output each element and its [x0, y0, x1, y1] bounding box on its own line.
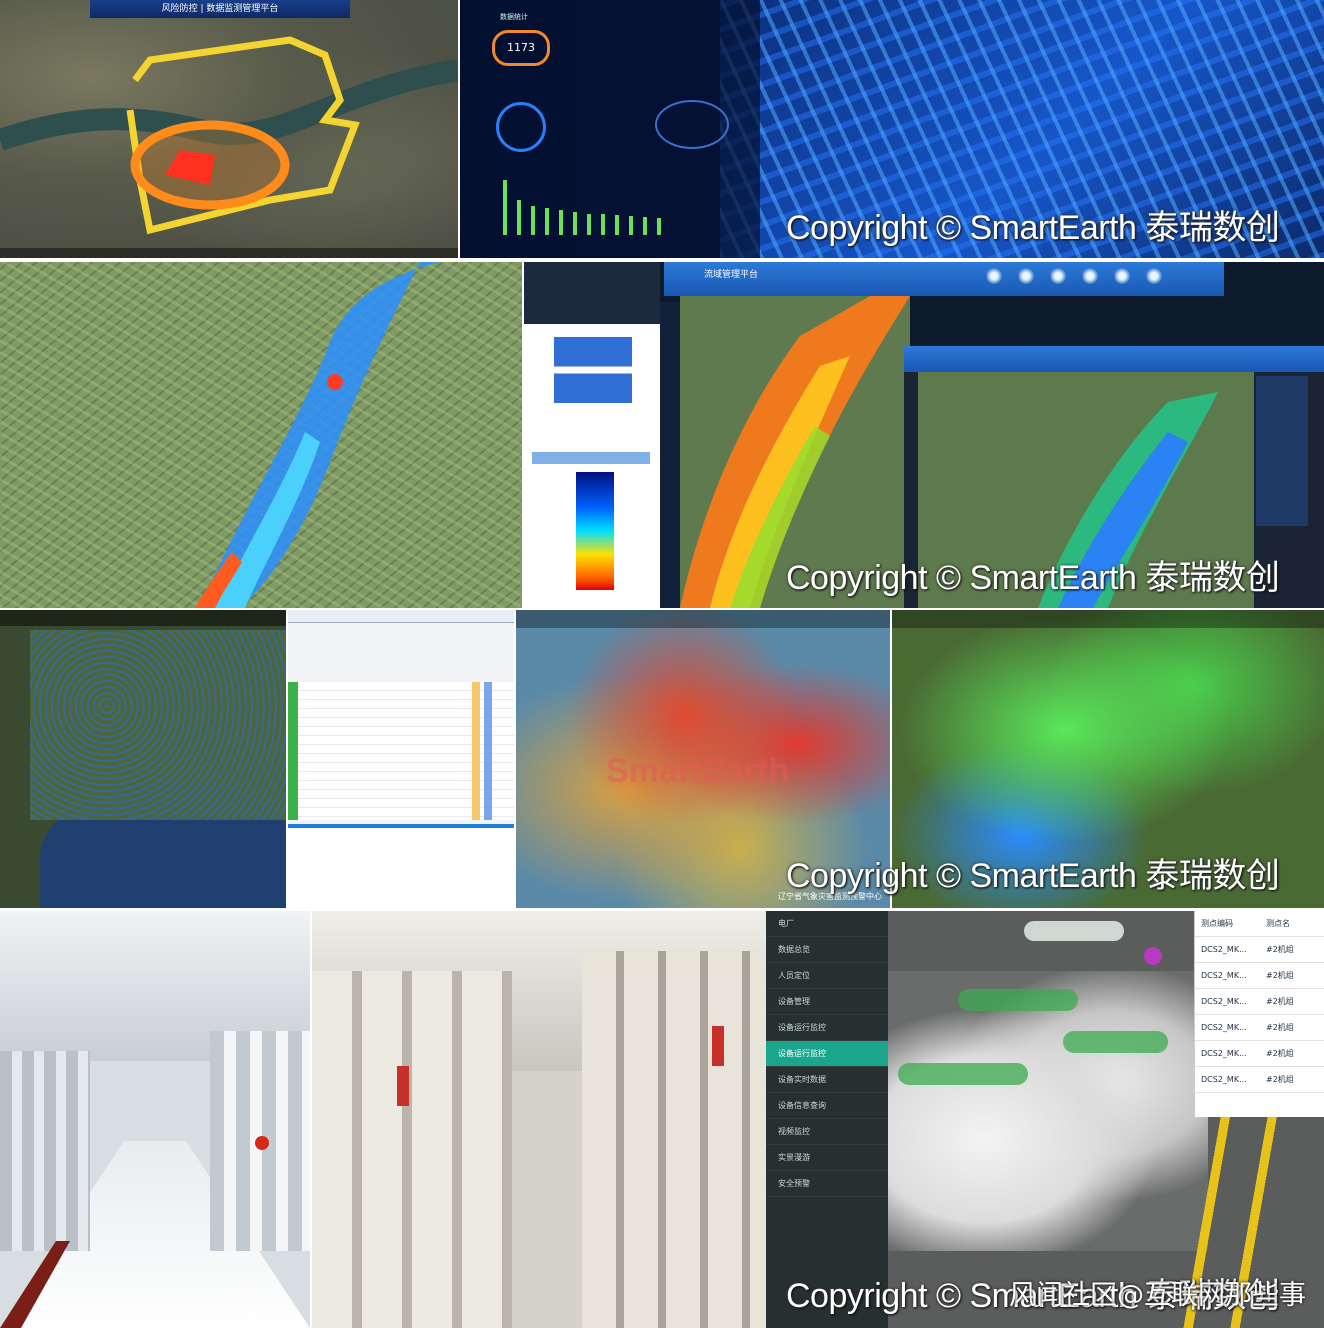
- toolbar-icon-5[interactable]: [1114, 268, 1130, 284]
- counter-ring: 1173: [492, 30, 550, 66]
- bar-chart-box: [554, 337, 632, 403]
- toolbar-icon-6[interactable]: [1146, 268, 1162, 284]
- red-valve: [255, 1136, 269, 1150]
- blue-column: [484, 682, 492, 820]
- nested-side-list[interactable]: [1256, 376, 1308, 526]
- menu-item-monitoring-active[interactable]: 设备运行监控: [766, 1041, 888, 1067]
- table-row[interactable]: DCS2_MK... #2机组: [1195, 1067, 1324, 1093]
- legend-side-panel: [524, 262, 660, 608]
- legend-header: [524, 262, 660, 324]
- legend-title-bar: [532, 452, 650, 464]
- header-subtitle: 数据监测管理平台: [206, 4, 279, 14]
- app-header-bar: 流域管理平台: [664, 262, 1224, 296]
- toolbar-icon-4[interactable]: [1082, 268, 1098, 284]
- right-tanks: [582, 951, 766, 1328]
- table-row[interactable]: DCS2_MK... #2机组: [1195, 937, 1324, 963]
- col-name: 测点名: [1266, 919, 1290, 928]
- red-sign-right: [712, 1026, 724, 1066]
- red-sign-left: [397, 1066, 409, 1106]
- menu-item-personnel[interactable]: 人员定位: [766, 963, 888, 989]
- header-bar: 风险防控 | 数据监测管理平台: [90, 0, 350, 18]
- col-code: 测点编码: [1201, 919, 1233, 928]
- copyright-row1: Copyright © SmartEarth 泰瑞数创: [786, 209, 1280, 247]
- panel-plant-photo: [312, 911, 766, 1328]
- menu-item-tour[interactable]: 实景漫游: [766, 1145, 888, 1171]
- sensor-badge-1[interactable]: [958, 989, 1078, 1011]
- flood-depth-overlay: [195, 262, 440, 608]
- copyright-row2: Copyright © SmartEarth 泰瑞数创: [786, 559, 1280, 597]
- toolbar-pill[interactable]: [1024, 921, 1124, 941]
- panel-city-3d-map: 风险防控 | 数据监测管理平台: [0, 0, 458, 258]
- left-tanks: [312, 971, 512, 1328]
- menu-item-equipment[interactable]: 设备管理: [766, 989, 888, 1015]
- location-pin-icon[interactable]: [1144, 947, 1162, 965]
- plant-nav-menu: 电厂 数据总览 人员定位 设备管理 设备运行监控 设备运行监控 设备实时数据 设…: [766, 911, 888, 1328]
- panel-data-table-window: [288, 610, 514, 908]
- color-ramp-legend: [576, 472, 614, 590]
- green-column: [288, 682, 298, 820]
- menu-item-video[interactable]: 视频监控: [766, 1119, 888, 1145]
- window-titlebar: [288, 610, 514, 623]
- bottom-toolbar[interactable]: [0, 248, 458, 258]
- table-row[interactable]: DCS2_MK... #2机组: [1195, 1015, 1324, 1041]
- table-row[interactable]: DCS2_MK... #2机组: [1195, 989, 1324, 1015]
- map-toolbar[interactable]: [892, 610, 1324, 628]
- highlight-column: [472, 682, 480, 820]
- menu-item-query[interactable]: 设备信息查询: [766, 1093, 888, 1119]
- panel-station-map: [0, 610, 286, 908]
- nested-header: [904, 346, 1324, 372]
- panel-river-flood-map: [0, 262, 522, 608]
- gauge-circle-icon: [496, 102, 546, 152]
- header-title: 风险防控: [161, 4, 198, 14]
- table-grid: [288, 682, 514, 820]
- copyright-row3: Copyright © SmartEarth 泰瑞数创: [786, 857, 1280, 895]
- table-row[interactable]: DCS2_MK... #2机组: [1195, 963, 1324, 989]
- menu-item-monitoring[interactable]: 设备运行监控: [766, 1015, 888, 1041]
- left-equipment: [0, 1051, 90, 1251]
- vertical-toolbar[interactable]: [660, 302, 680, 608]
- map-toolbar[interactable]: [0, 610, 286, 626]
- toolbar-icon-2[interactable]: [1018, 268, 1034, 284]
- river-overlay: [0, 36, 458, 235]
- table-header-row: 测点编码 测点名: [1195, 911, 1324, 937]
- smartearth-logo: SmartEarth: [606, 752, 790, 790]
- menu-item-plant[interactable]: 电厂: [766, 911, 888, 937]
- map-toolbar[interactable]: [516, 610, 890, 628]
- menu-item-realtime[interactable]: 设备实时数据: [766, 1067, 888, 1093]
- menu-item-alert[interactable]: 安全预警: [766, 1171, 888, 1197]
- chart-subwindow: [288, 824, 514, 908]
- sensor-badge-2[interactable]: [1063, 1031, 1168, 1053]
- land-area: [30, 630, 286, 820]
- menu-item-overview[interactable]: 数据总览: [766, 937, 888, 963]
- table-row[interactable]: DCS2_MK... #2机组: [1195, 1041, 1324, 1067]
- radar-ring-icon: [655, 100, 729, 149]
- sensor-badge-3[interactable]: [898, 1063, 1028, 1085]
- toolbar-icon-1[interactable]: [986, 268, 1002, 284]
- sensor-data-table: 测点编码 测点名 DCS2_MK... #2机组 DCS2_MK... #2机组 DC…: [1194, 911, 1324, 1117]
- bar-chart-small: [503, 180, 661, 235]
- panel-plant-3d-model: [0, 911, 310, 1328]
- weibo-watermark: 风闻社区@互联网那些事: [1009, 1280, 1306, 1311]
- dashboard-section-label: 数据统计: [500, 13, 528, 21]
- toolbar-icon-3[interactable]: [1050, 268, 1066, 284]
